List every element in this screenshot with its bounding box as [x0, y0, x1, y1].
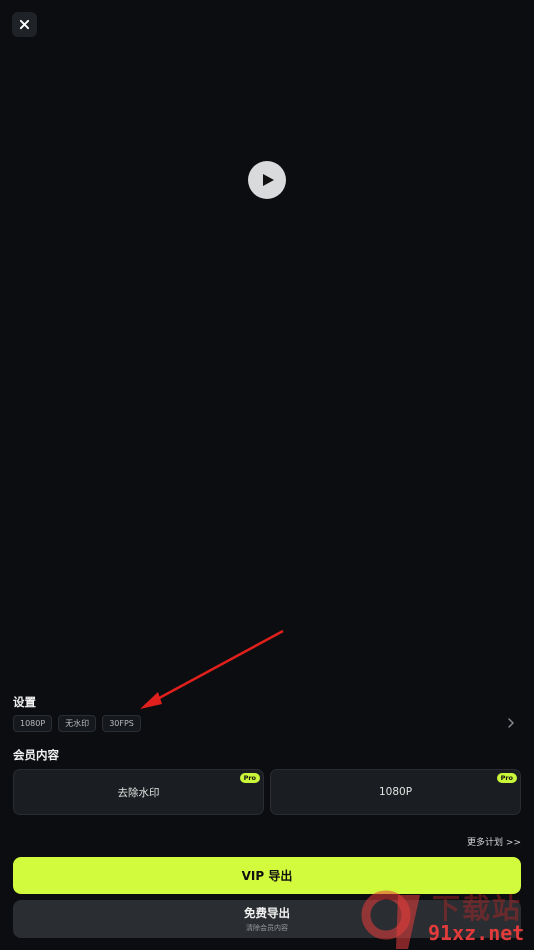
hd-1080p-card[interactable]: 1080P Pro	[270, 769, 521, 815]
free-export-label: 免费导出	[244, 906, 290, 920]
remove-watermark-card[interactable]: 去除水印 Pro	[13, 769, 264, 815]
pro-badge: Pro	[496, 773, 517, 783]
remove-watermark-label: 去除水印	[117, 786, 160, 799]
fps-chip: 30FPS	[102, 714, 141, 732]
export-screen: 设置 1080P 无水印 30FPS 会员内容 去除水印 Pro 1080P P…	[0, 0, 534, 950]
pro-badge: Pro	[239, 773, 260, 783]
watermark-logo-icon	[361, 890, 420, 949]
play-icon	[263, 174, 274, 186]
chevron-right-icon[interactable]	[505, 716, 517, 730]
settings-row[interactable]: 1080P 无水印 30FPS	[13, 714, 521, 732]
member-content-title: 会员内容	[13, 748, 59, 762]
hd-1080p-label: 1080P	[378, 786, 413, 798]
watermark-text-en: 91xz.net	[428, 921, 525, 945]
more-plans-link[interactable]: 更多计划 >>	[467, 835, 521, 848]
vip-export-label: VIP 导出	[241, 869, 293, 883]
close-icon	[19, 19, 30, 30]
no-watermark-chip: 无水印	[58, 714, 97, 732]
site-watermark: 下载站 91xz.net	[360, 885, 534, 950]
settings-title: 设置	[13, 695, 36, 709]
free-export-sublabel: 清除会员内容	[246, 924, 288, 932]
play-button[interactable]	[248, 161, 286, 199]
close-button[interactable]	[12, 12, 37, 37]
resolution-chip: 1080P	[13, 714, 53, 732]
